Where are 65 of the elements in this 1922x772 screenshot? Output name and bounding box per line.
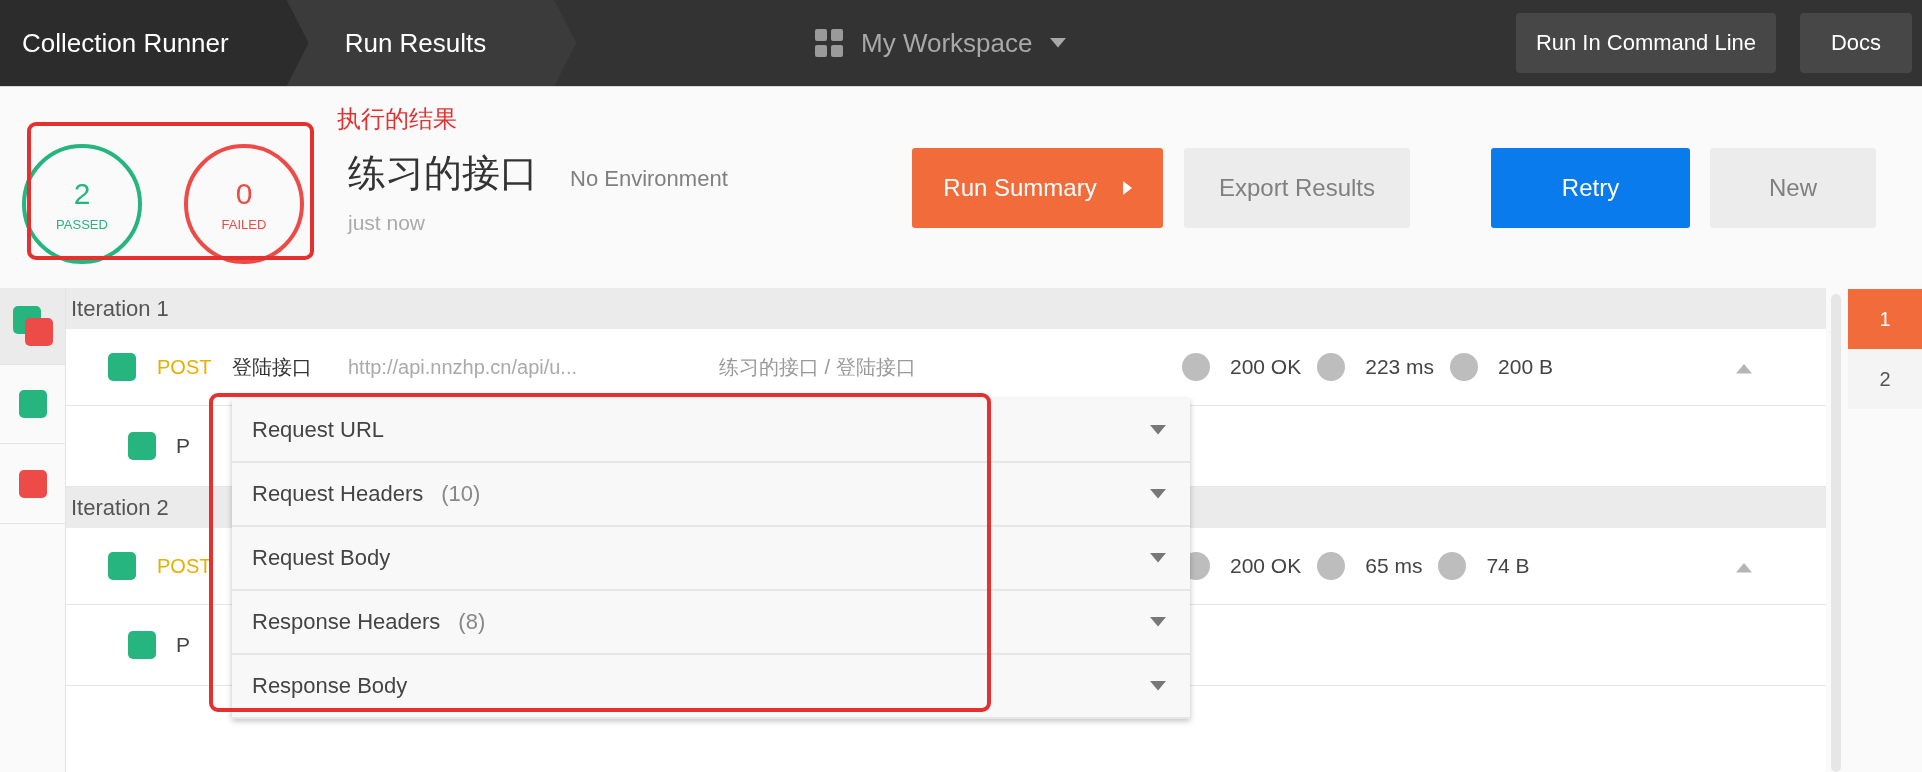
breadcrumb-tab[interactable]: Collection Runner <box>0 0 309 86</box>
metric-dot-icon <box>1438 552 1467 580</box>
metric-value: 200 OK <box>1230 554 1302 578</box>
run-time: just now <box>348 211 427 235</box>
request-name: 登陆接口 <box>232 355 312 378</box>
request-url: http://api.nnzhp.cn/api/u... <box>348 355 578 378</box>
status-square <box>128 631 156 659</box>
sidebar-item[interactable] <box>0 288 65 365</box>
test-name: P <box>176 434 190 458</box>
metric-value: 200 OK <box>1230 355 1302 379</box>
top-button[interactable]: Run In Command Line <box>1515 13 1776 73</box>
menu-item[interactable]: Response Headers (8) <box>232 591 1190 655</box>
status-square <box>108 552 136 580</box>
environment-label: No Environment <box>570 166 728 192</box>
caret-icon <box>1150 553 1166 563</box>
menu-item[interactable]: Request Headers (10) <box>232 463 1190 527</box>
request-path: 练习的接口 / 登陆接口 <box>719 355 916 378</box>
annotation-text: 执行的结果 <box>337 104 457 134</box>
stat-label: PASSED <box>56 216 108 232</box>
collapse-caret-icon <box>1736 363 1752 374</box>
metric-value: 200 B <box>1498 355 1553 379</box>
request-method: POST <box>157 554 212 577</box>
play-icon <box>1122 180 1132 195</box>
caret-icon <box>1150 489 1166 499</box>
menu-item-label: Request URL <box>252 417 385 443</box>
metric-dot-icon <box>1317 552 1346 580</box>
metric-dot-icon <box>1182 353 1210 381</box>
breadcrumb-tab[interactable]: Run Results <box>286 0 577 86</box>
menu-item[interactable]: Request URL <box>232 399 1190 463</box>
test-name: P <box>176 633 190 657</box>
iteration-title: Iteration 1 <box>71 295 169 322</box>
menu-item-label: Response Headers <box>252 609 441 635</box>
collection-title: 练习的接口 <box>348 151 538 196</box>
menu-item[interactable]: Response Body <box>232 655 1190 719</box>
status-square <box>18 469 47 498</box>
iteration-title: Iteration 2 <box>71 494 169 521</box>
menu-item-label: Response Body <box>252 673 408 699</box>
grid-icon <box>815 29 843 57</box>
iteration-tab[interactable]: 2 <box>1848 349 1922 409</box>
metric-dot-icon <box>1450 353 1479 381</box>
menu-item[interactable]: Request Body <box>232 527 1190 591</box>
metric-dot-icon <box>1317 353 1346 381</box>
top-button[interactable]: Docs <box>1800 13 1912 73</box>
metric-value: 74 B <box>1486 554 1530 578</box>
stat-count: 0 <box>235 176 253 211</box>
status-square <box>108 353 136 381</box>
caret-icon <box>1050 38 1067 48</box>
stat-count: 2 <box>73 176 91 211</box>
status-square <box>18 390 47 418</box>
status-stack-icon <box>12 306 53 346</box>
status-square <box>128 432 156 460</box>
stat-label: FAILED <box>221 216 267 232</box>
menu-item-count: (10) <box>441 481 481 507</box>
menu-item-label: Request Headers <box>252 481 424 507</box>
menu-item-count: (8) <box>458 609 486 635</box>
metric-value: 65 ms <box>1365 554 1423 578</box>
workspace-selector[interactable]: My Workspace <box>815 27 1067 59</box>
caret-icon <box>1150 617 1166 627</box>
menu-item-label: Request Body <box>252 545 391 571</box>
metric-value: 223 ms <box>1365 355 1435 379</box>
request-method: POST <box>157 355 212 378</box>
caret-icon <box>1150 425 1166 435</box>
caret-icon <box>1150 681 1166 691</box>
action-button[interactable]: Retry <box>1491 147 1690 228</box>
collapse-caret-icon <box>1736 562 1752 573</box>
